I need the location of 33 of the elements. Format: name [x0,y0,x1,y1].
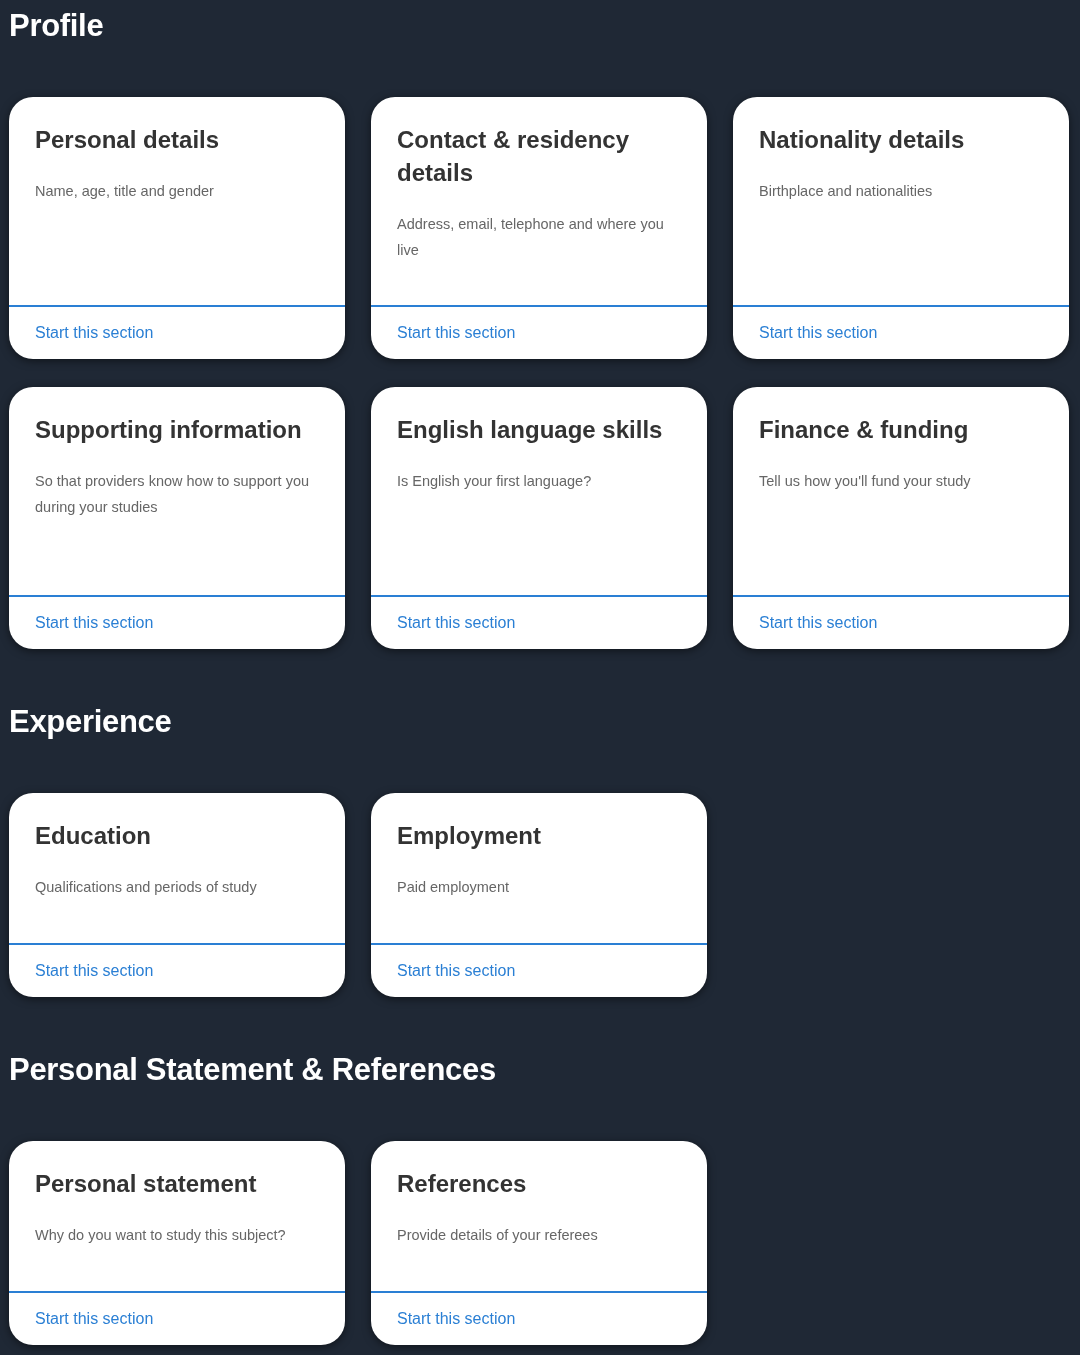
start-section-link[interactable]: Start this section [397,962,516,980]
start-section-link[interactable]: Start this section [397,1310,516,1328]
card-title: Employment [397,821,543,851]
card-description: Name, age, title and gender [35,182,215,201]
card-description: Why do you want to study this subject? [35,1226,287,1245]
start-section-link[interactable]: Start this section [35,962,154,980]
card-description: Qualifications and periods of study [35,878,258,897]
card-description: Birthplace and nationalities [759,182,934,201]
card-title: Personal statement [35,1169,258,1199]
card-description: Address, email, telephone and where you live [397,215,665,260]
start-section-link[interactable]: Start this section [759,324,878,342]
card-title: Supporting information [35,415,303,445]
card-title: Nationality details [759,125,966,155]
card-description: Is English your first language? [397,472,593,491]
card-title: Finance & funding [759,415,970,445]
card-description: Tell us how you'll fund your study [759,472,972,491]
start-section-link[interactable]: Start this section [397,614,516,632]
section-heading: Experience [9,703,173,741]
start-section-link[interactable]: Start this section [35,1310,154,1328]
card-title: Personal details [35,125,221,155]
start-section-link[interactable]: Start this section [759,614,878,632]
card-title: Education [35,821,152,851]
card-description: Paid employment [397,878,511,897]
card-title: Contact & residency details [397,125,631,188]
start-section-link[interactable]: Start this section [35,614,154,632]
card-description: Provide details of your referees [397,1226,599,1245]
start-section-link[interactable]: Start this section [397,324,516,342]
card-title: References [397,1169,528,1199]
card-description: So that providers know how to support you during your studies [35,472,311,517]
section-heading: Personal Statement & References [9,1051,497,1089]
section-heading: Profile [9,7,105,45]
start-section-link[interactable]: Start this section [35,324,154,342]
card-title: English language skills [397,415,664,445]
